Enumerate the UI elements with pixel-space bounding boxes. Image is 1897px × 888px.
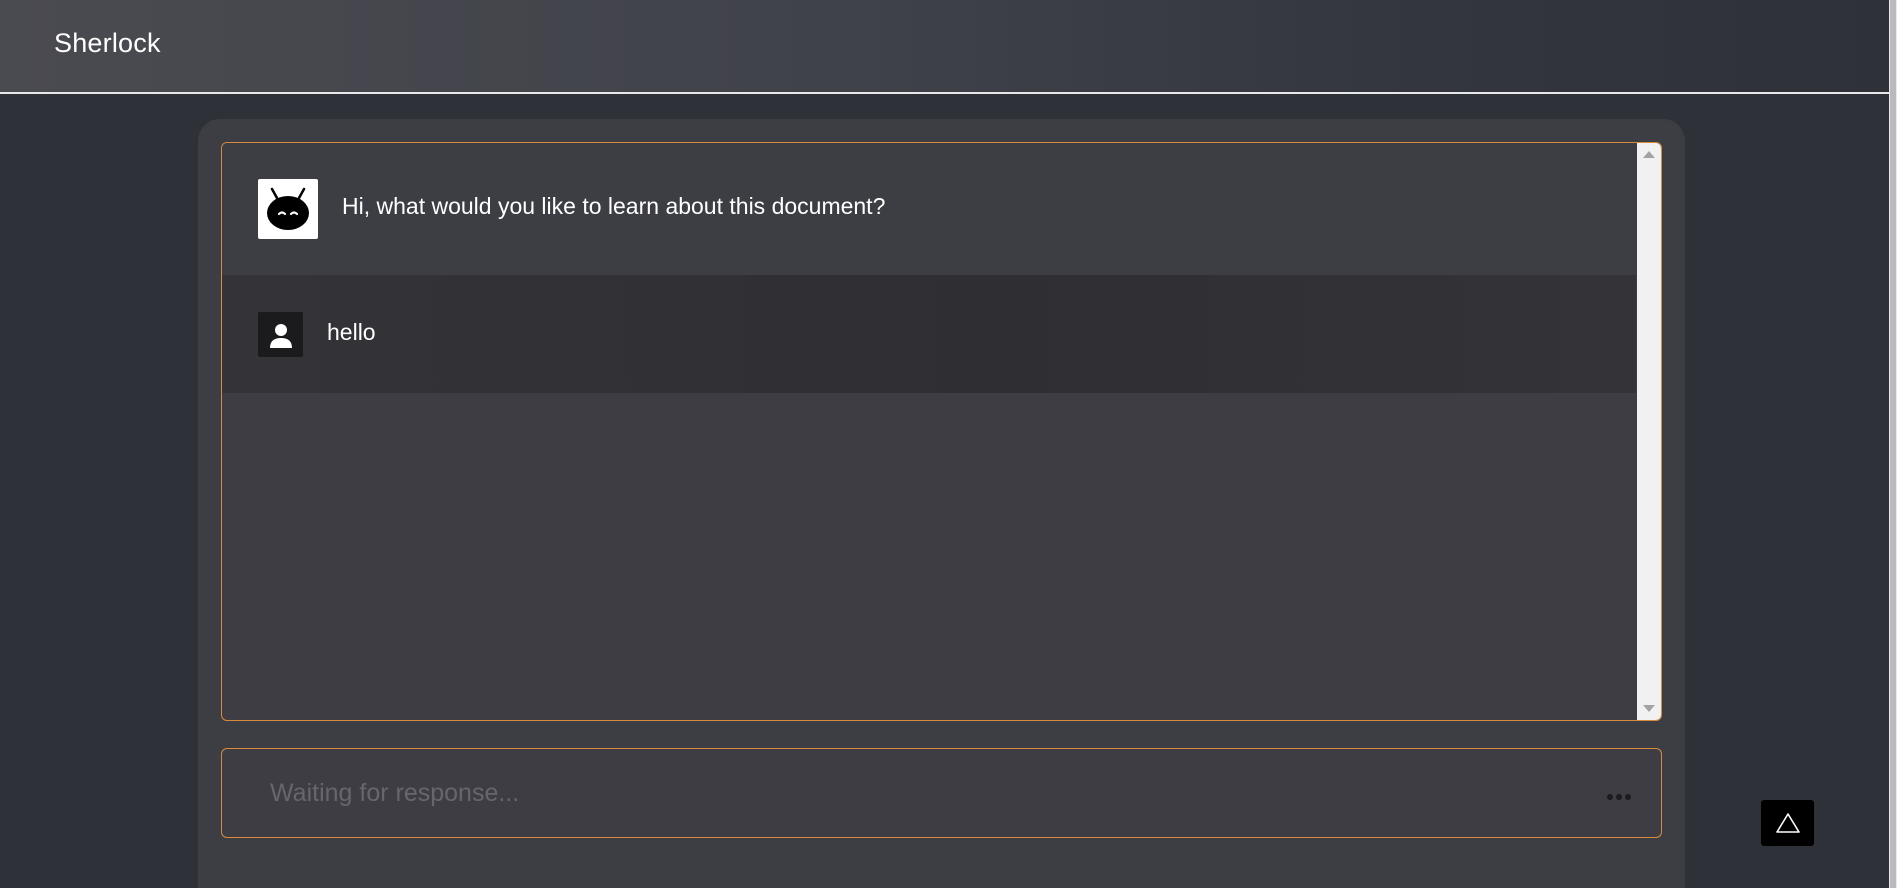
user-message: hello (222, 275, 1636, 393)
chat-scrollbar[interactable] (1637, 143, 1661, 720)
chat-card: Hi, what would you like to learn about t… (198, 119, 1685, 888)
message-input-box (221, 748, 1662, 838)
brand-title: Sherlock (54, 28, 161, 58)
user-icon (258, 312, 303, 357)
user-message-text: hello (327, 319, 376, 345)
assistant-message-text: Hi, what would you like to learn about t… (342, 193, 886, 219)
message-input[interactable] (246, 771, 1546, 815)
assistant-message: Hi, what would you like to learn about t… (222, 143, 1636, 275)
robot-icon (258, 179, 318, 239)
app-header: Sherlock (0, 0, 1889, 94)
scroll-down-icon[interactable] (1643, 705, 1655, 712)
typing-dots-icon (1607, 794, 1631, 800)
chat-history: Hi, what would you like to learn about t… (221, 142, 1662, 721)
page-scrollbar[interactable] (1889, 0, 1897, 888)
scroll-up-icon[interactable] (1643, 151, 1655, 158)
floating-action-button[interactable] (1761, 800, 1814, 846)
triangle-icon (1775, 813, 1800, 833)
page-scrollbar-thumb[interactable] (1890, 0, 1896, 888)
